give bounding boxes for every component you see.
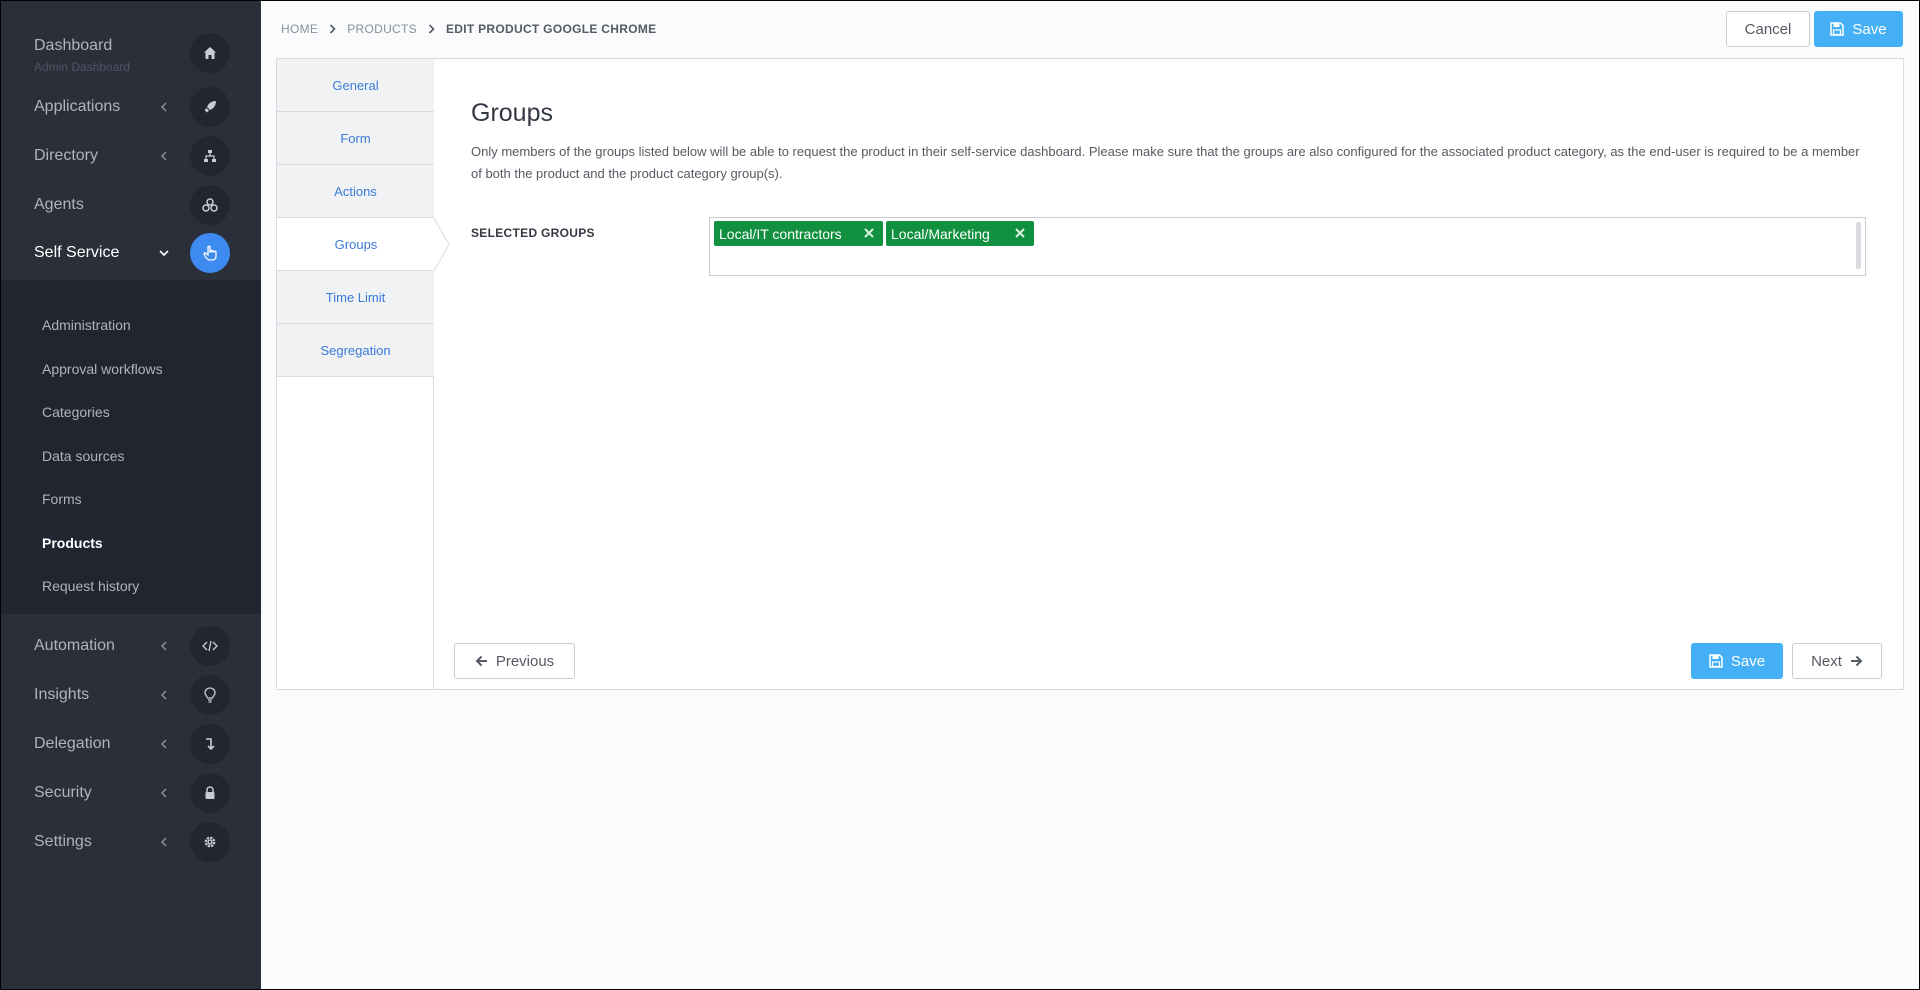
code-icon (190, 625, 230, 666)
nav-item-label: Settings (34, 832, 92, 850)
tab-general[interactable]: General (277, 59, 434, 112)
tab-actions[interactable]: Actions (277, 165, 434, 218)
selected-groups-label: SELECTED GROUPS (471, 226, 595, 240)
cancel-button-label: Cancel (1744, 20, 1792, 38)
chevron-left-icon (158, 640, 170, 652)
home-icon (190, 33, 230, 73)
chevron-left-icon (158, 787, 170, 799)
chevron-down-icon (158, 247, 170, 259)
nav-item-label: Self Service (34, 243, 120, 261)
chevron-left-icon (158, 101, 170, 113)
lightbulb-icon (190, 674, 230, 715)
groups-description: Only members of the groups listed below … (471, 144, 1860, 181)
active-tab-pointer (433, 218, 450, 271)
lock-icon (190, 772, 230, 813)
cubes-icon (190, 184, 230, 225)
submenu-item-administration[interactable]: Administration (42, 317, 131, 333)
group-tag: Local/IT contractors (714, 221, 883, 246)
floppy-disk-icon (1830, 22, 1845, 36)
nav-item-label: Automation (34, 636, 115, 654)
chevron-left-icon (158, 738, 170, 750)
gear-icon (190, 821, 230, 862)
submenu-item-data-sources[interactable]: Data sources (42, 448, 124, 464)
selected-groups-input[interactable]: Local/IT contractors Local/Marketing (709, 217, 1866, 276)
arrow-left-icon (475, 655, 488, 667)
sitemap-icon (190, 135, 230, 176)
floppy-disk-icon (1709, 654, 1723, 668)
previous-button-label: Previous (495, 652, 555, 670)
nav-item-label: Applications (34, 97, 121, 115)
groups-panel: Groups Only members of the groups listed… (434, 59, 1904, 689)
tags-scrollbar[interactable] (1856, 222, 1861, 269)
nav-item-label: Directory (34, 146, 99, 164)
save-button[interactable]: Save (1814, 11, 1903, 47)
nav-item-applications[interactable]: Applications (0, 82, 261, 131)
nav-item-self-service[interactable]: Self Service (0, 228, 261, 277)
nav-item-agents[interactable]: Agents (0, 180, 261, 229)
cancel-button[interactable]: Cancel (1726, 11, 1810, 47)
tab-form[interactable]: Form (277, 112, 434, 165)
wizard-tabs: General Form Actions Groups Time Limit S… (277, 59, 435, 689)
breadcrumb-current: EDIT PRODUCT GOOGLE CHROME (445, 22, 657, 36)
footer-save-button[interactable]: Save (1691, 643, 1783, 679)
group-tag-label: Local/Marketing (891, 225, 990, 242)
nav-item-automation[interactable]: Automation (0, 621, 261, 670)
level-down-icon (190, 723, 230, 764)
chevron-right-icon (428, 24, 435, 34)
breadcrumb-products[interactable]: PRODUCTS (347, 22, 417, 36)
next-button-label: Next (1811, 652, 1842, 670)
group-tag: Local/Marketing (886, 221, 1034, 246)
tab-groups[interactable]: Groups (277, 218, 435, 271)
group-tag-label: Local/IT contractors (719, 225, 842, 242)
chevron-left-icon (158, 689, 170, 701)
remove-tag-icon[interactable] (1014, 227, 1026, 239)
breadcrumb: HOME PRODUCTS EDIT PRODUCT GOOGLE CHROME (281, 22, 656, 36)
breadcrumb-home[interactable]: HOME (281, 22, 318, 36)
tab-time-limit[interactable]: Time Limit (277, 271, 434, 324)
page-title: Groups (471, 99, 553, 127)
hand-pointer-icon (190, 232, 230, 273)
next-button[interactable]: Next (1792, 643, 1882, 679)
nav-item-label: Insights (34, 685, 90, 703)
arrow-right-icon (1850, 655, 1863, 667)
save-button-label: Save (1852, 20, 1887, 38)
nav-item-dashboard[interactable]: Dashboard Admin Dashboard (0, 29, 261, 78)
product-edit-card: General Form Actions Groups Time Limit S… (276, 58, 1904, 690)
self-service-submenu: Administration Approval workflows Catego… (0, 280, 261, 614)
nav-item-settings[interactable]: Settings (0, 817, 261, 866)
submenu-item-forms[interactable]: Forms (42, 491, 82, 507)
nav-item-directory[interactable]: Directory (0, 131, 261, 180)
tab-segregation[interactable]: Segregation (277, 324, 434, 377)
nav-item-delegation[interactable]: Delegation (0, 719, 261, 768)
nav-item-security[interactable]: Security (0, 768, 261, 817)
sidebar: Dashboard Admin Dashboard Applications D… (0, 0, 261, 990)
chevron-left-icon (158, 150, 170, 162)
chevron-left-icon (158, 836, 170, 848)
nav-item-label: Dashboard (34, 37, 113, 54)
nav-item-label: Delegation (34, 734, 111, 752)
submenu-item-categories[interactable]: Categories (42, 404, 110, 420)
submenu-item-products[interactable]: Products (42, 535, 103, 551)
nav-item-label: Agents (34, 195, 84, 213)
nav-item-insights[interactable]: Insights (0, 670, 261, 719)
rocket-icon (190, 86, 230, 127)
nav-item-label: Security (34, 783, 92, 801)
footer-save-button-label: Save (1730, 652, 1766, 670)
submenu-item-request-history[interactable]: Request history (42, 578, 139, 594)
previous-button[interactable]: Previous (454, 643, 575, 679)
nav-item-sublabel: Admin Dashboard (34, 60, 131, 74)
chevron-right-icon (329, 24, 336, 34)
remove-tag-icon[interactable] (863, 227, 875, 239)
submenu-item-approval-workflows[interactable]: Approval workflows (42, 361, 163, 377)
